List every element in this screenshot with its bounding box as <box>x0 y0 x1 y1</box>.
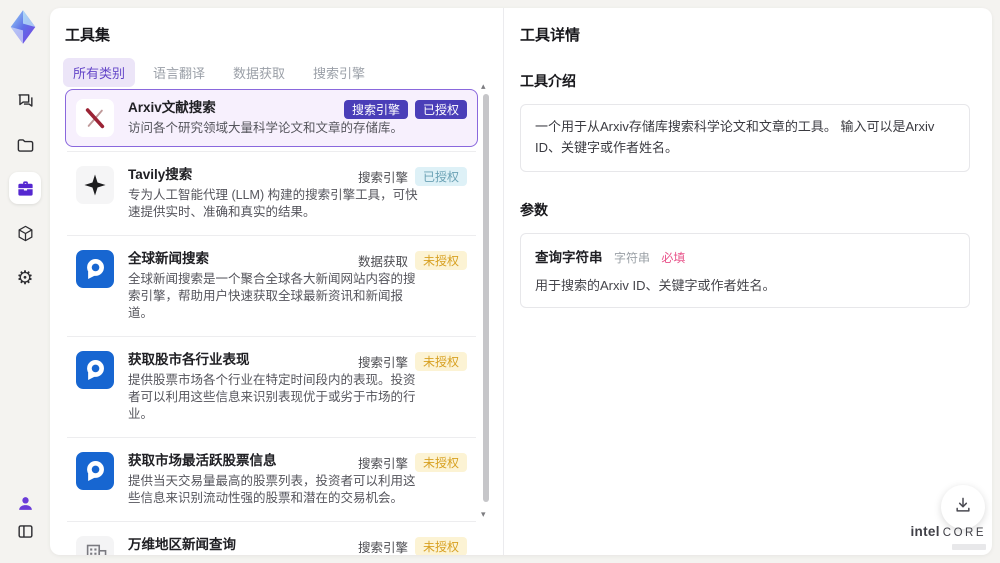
user-icon <box>16 494 35 513</box>
tool-category-badge: 搜索引擎 <box>357 171 408 185</box>
tool-badges: 搜索引擎 已授权 <box>358 167 467 186</box>
sidebar-item-panel-toggle[interactable] <box>9 515 41 547</box>
tool-badges: 搜索引擎 未授权 <box>358 352 467 371</box>
tool-badges: 数据获取 未授权 <box>358 251 467 270</box>
sidebar-item-packages[interactable] <box>9 217 41 249</box>
list-divider <box>67 235 476 236</box>
tool-card[interactable]: 获取市场最活跃股票信息 提供当天交易量最高的股票列表，投资者可以利用这些信息来识… <box>65 442 478 517</box>
tool-auth-badge: 未授权 <box>414 453 467 472</box>
download-icon <box>953 495 973 520</box>
tool-description: 专为人工智能代理 (LLM) 构建的搜索引擎工具，可快速提供实时、准确和真实的结… <box>128 188 418 219</box>
tool-card[interactable]: 全球新闻搜索 全球新闻搜索是一个聚合全球各大新闻网站内容的搜索引擎，帮助用户快速… <box>65 240 478 332</box>
list-divider <box>67 336 476 337</box>
param-desc: 用于搜索的Arxiv ID、关键字或作者姓名。 <box>535 277 776 293</box>
sidebar-item-files[interactable] <box>9 129 41 161</box>
tab-label: 数据获取 <box>233 66 286 81</box>
folder-icon <box>16 136 35 155</box>
detail-title: 工具详情 <box>520 27 581 44</box>
scroll-down-arrow[interactable]: ▾ <box>481 510 486 519</box>
download-button[interactable] <box>941 485 985 529</box>
brand-secondary: core <box>942 527 986 539</box>
tool-category-badge: 搜索引擎 <box>357 541 408 555</box>
category-tab[interactable]: 数据获取 <box>223 58 295 87</box>
intro-box: 一个用于从Arxiv存储库搜索科学论文和文章的工具。 输入可以是Arxiv ID… <box>520 104 970 172</box>
category-tab[interactable]: 语言翻译 <box>143 58 215 87</box>
param-box: 查询字符串 字符串 必填 用于搜索的Arxiv ID、关键字或作者姓名。 <box>520 232 970 309</box>
tool-auth-badge: 未授权 <box>414 537 467 555</box>
tool-card[interactable]: Arxiv文献搜索 访问各个研究领域大量科学论文和文章的存储库。 搜索引擎 已授权 <box>65 89 478 147</box>
intro-heading: 工具介绍 <box>520 73 576 89</box>
brand-primary: intel <box>910 524 940 539</box>
list-divider <box>67 151 476 152</box>
category-tab[interactable]: 所有类别 <box>63 58 136 87</box>
tool-category-badge: 数据获取 <box>357 255 408 269</box>
tab-label: 搜索引擎 <box>313 66 366 81</box>
cube-icon <box>16 224 35 243</box>
tool-detail-panel: 工具详情 工具介绍 一个用于从Arxiv存储库搜索科学论文和文章的工具。 输入可… <box>503 8 992 555</box>
sidebar-item-chat[interactable] <box>9 84 41 116</box>
tool-icon <box>76 452 114 490</box>
params-heading: 参数 <box>520 201 548 218</box>
tool-description: 提供股票市场各个行业在特定时间段内的表现。投资者可以利用这些信息来识别表现优于或… <box>128 373 416 421</box>
tool-auth-badge: 已授权 <box>414 167 467 186</box>
tool-list: Arxiv文献搜索 访问各个研究领域大量科学论文和文章的存储库。 搜索引擎 已授权… <box>65 89 478 555</box>
param-required-badge: 必填 <box>661 250 686 265</box>
intro-text: 一个用于从Arxiv存储库搜索科学论文和文章的工具。 输入可以是Arxiv ID… <box>535 119 935 155</box>
tool-card[interactable]: 万维地区新闻查询 查询具体行政区划内的新闻，快速了解各地新闻动 搜索引擎未授权 <box>65 526 478 555</box>
list-divider <box>67 521 476 522</box>
left-sidebar: ⚙︎ <box>0 0 50 563</box>
tool-badges: 搜索引擎 未授权 <box>358 453 467 472</box>
tool-description: 访问各个研究领域大量科学论文和文章的存储库。 <box>128 121 404 135</box>
main-panel: 工具集 所有类别 语言翻译 数据获取 搜索引擎 Arxiv文献搜索 访问各个研究领域大… <box>50 8 992 555</box>
app-logo <box>8 8 38 46</box>
list-divider <box>67 437 476 438</box>
tool-icon <box>76 351 114 389</box>
intel-ultra-mark <box>952 544 986 550</box>
scroll-up-arrow[interactable]: ▴ <box>481 82 486 91</box>
tool-auth-badge: 未授权 <box>414 352 467 371</box>
tool-auth-badge: 未授权 <box>414 251 467 270</box>
panel-toggle-icon <box>16 522 35 541</box>
chat-icon <box>16 91 35 110</box>
briefcase-icon <box>16 179 35 198</box>
tool-auth-badge: 已授权 <box>414 100 467 119</box>
tool-icon <box>76 99 114 137</box>
tool-category-badge: 搜索引擎 <box>343 100 408 119</box>
page-title: 工具集 <box>65 27 111 44</box>
tool-card[interactable]: 获取股市各行业表现 提供股票市场各个行业在特定时间段内的表现。投资者可以利用这些… <box>65 341 478 433</box>
tool-card[interactable]: Tavily搜索 专为人工智能代理 (LLM) 构建的搜索引擎工具，可快速提供实… <box>65 156 478 231</box>
category-tabs: 所有类别 语言翻译 数据获取 搜索引擎 <box>63 58 375 87</box>
param-type: 字符串 <box>613 250 650 265</box>
sidebar-item-settings[interactable]: ⚙︎ <box>9 262 41 294</box>
category-tab[interactable]: 搜索引擎 <box>303 58 375 87</box>
tab-label: 语言翻译 <box>153 66 206 81</box>
tool-icon <box>76 250 114 288</box>
list-scrollbar[interactable] <box>483 94 489 502</box>
tab-label: 所有类别 <box>73 66 126 81</box>
sidebar-item-tools[interactable] <box>9 172 41 204</box>
tool-icon <box>76 536 114 555</box>
tool-category-badge: 搜索引擎 <box>357 457 408 471</box>
intel-core-logo: intel core <box>910 524 986 550</box>
tool-description: 全球新闻搜索是一个聚合全球各大新闻网站内容的搜索引擎，帮助用户快速获取全球最新资… <box>128 272 416 320</box>
tool-category-badge: 搜索引擎 <box>357 356 408 370</box>
tool-badges: 搜索引擎 未授权 <box>358 537 467 555</box>
tool-description: 提供当天交易量最高的股票列表，投资者可以利用这些信息来识别流动性强的股票和潜在的… <box>128 474 416 505</box>
tool-badges: 搜索引擎 已授权 <box>343 100 467 119</box>
gear-icon: ⚙︎ <box>16 267 34 289</box>
param-name: 查询字符串 <box>535 249 603 265</box>
tool-icon <box>76 166 114 204</box>
